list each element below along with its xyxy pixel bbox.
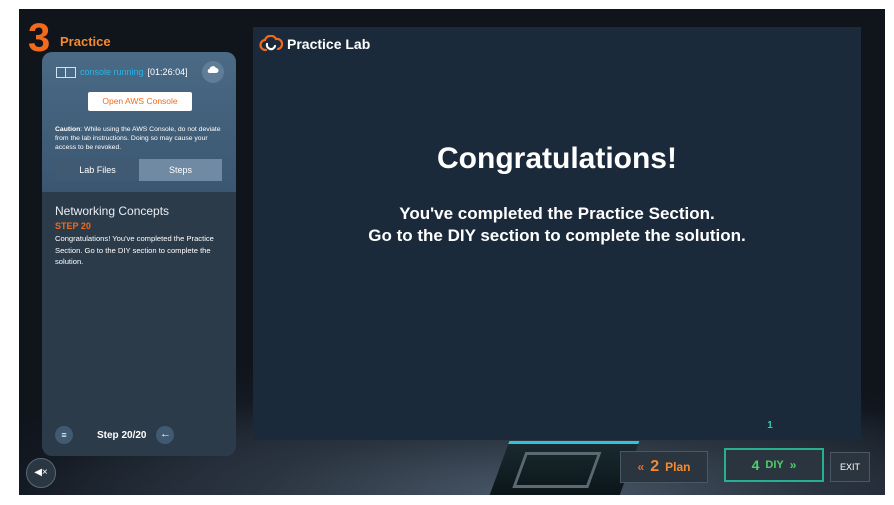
step-label: STEP 20 — [55, 221, 91, 231]
console-windows-icon — [56, 66, 76, 78]
main-content-panel: Practice Lab Congratulations! You've com… — [253, 27, 861, 440]
open-aws-console-button[interactable]: Open AWS Console — [88, 92, 192, 111]
practice-lab-brand: Practice Lab — [259, 34, 371, 53]
list-icon[interactable]: ≡ — [55, 426, 73, 444]
back-arrow-icon[interactable]: ← — [156, 426, 175, 444]
console-area: console running [01:26:04] Open AWS Cons… — [42, 52, 236, 192]
plan-number: 2 — [650, 458, 660, 475]
completion-line-1: You've completed the Practice Section. — [399, 204, 715, 223]
brand-text: Practice Lab — [287, 36, 371, 52]
congrats-heading: Congratulations! — [437, 142, 677, 175]
console-status-row: console running [01:26:04] — [56, 64, 188, 80]
pedestal-inner — [512, 452, 602, 488]
cloud-glyph — [207, 66, 219, 74]
chevron-right-icon: » — [789, 458, 797, 472]
completion-message: You've completed the Practice Section. G… — [253, 203, 861, 247]
mute-icon[interactable]: ◀× — [26, 458, 56, 488]
console-status: console running — [80, 67, 144, 77]
chevron-left-icon: « — [637, 460, 645, 474]
console-timer: [01:26:04] — [147, 67, 188, 77]
prev-plan-button[interactable]: « 2 Plan — [620, 451, 708, 483]
step-counter: Step 20/20 — [97, 429, 147, 441]
cloud-logo-glyph — [259, 34, 284, 52]
exit-button[interactable]: EXIT — [830, 452, 870, 482]
caution-label: Caution — [55, 126, 81, 133]
tab-steps[interactable]: Steps — [139, 159, 222, 181]
tab-lab-files[interactable]: Lab Files — [56, 159, 139, 181]
diy-label: DIY — [765, 459, 784, 471]
panel-tabs: Lab Files Steps — [56, 159, 222, 181]
step-navigation: ≡ Step 20/20 ← — [55, 424, 225, 446]
pedestal-graphic — [488, 441, 640, 495]
module-title: Networking Concepts — [55, 204, 170, 218]
left-panel: console running [01:26:04] Open AWS Cons… — [42, 52, 236, 456]
cloud-logo-icon — [259, 34, 284, 53]
caution-text: : While using the AWS Console, do not de… — [55, 126, 221, 151]
step-instructions: Congratulations! You've completed the Pr… — [55, 234, 214, 266]
completion-line-2: Go to the DIY section to complete the so… — [368, 226, 746, 245]
caution-note: Caution: While using the AWS Console, do… — [55, 125, 227, 152]
next-diy-button[interactable]: 4 DIY » — [724, 448, 824, 482]
section-title: Practice — [60, 34, 111, 49]
step-marker: 1 — [767, 420, 773, 431]
plan-label: Plan — [665, 460, 691, 474]
cloud-icon[interactable] — [202, 61, 224, 83]
diy-number: 4 — [751, 457, 760, 473]
